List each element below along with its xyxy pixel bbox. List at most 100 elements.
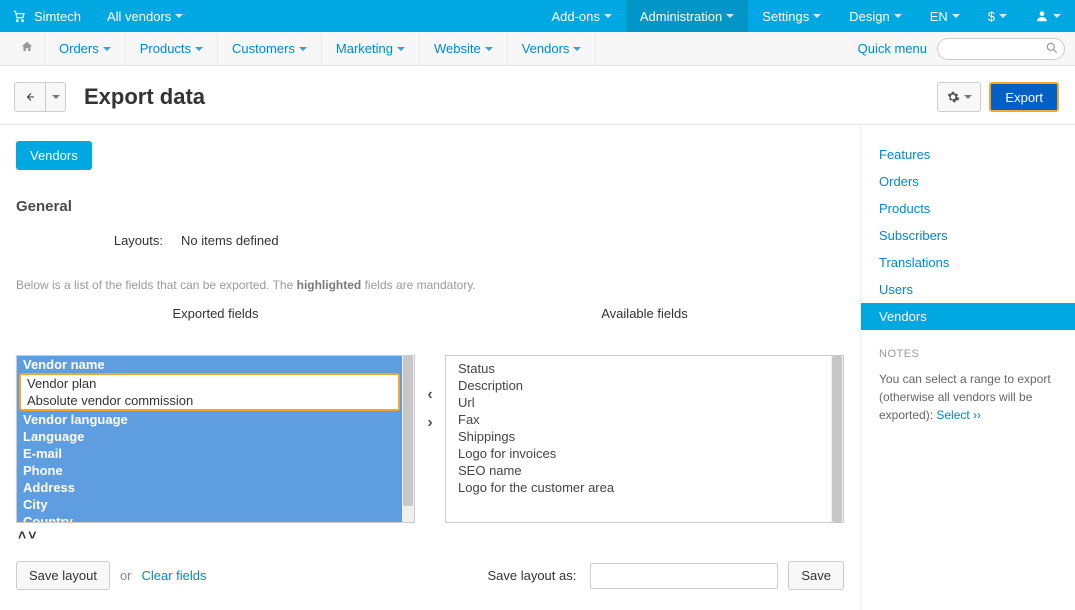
move-down-button[interactable]: ˅ [28,527,38,543]
language-label: EN [930,9,948,24]
chevron-down-icon [573,47,581,51]
user-icon [1035,9,1049,23]
cart-icon [12,9,26,23]
sidebar-item-users[interactable]: Users [861,276,1075,303]
move-right-button[interactable]: › [427,414,432,432]
field-option[interactable]: Fax [452,411,825,428]
field-option[interactable]: Logo for invoices [452,445,825,462]
export-button[interactable]: Export [989,82,1059,112]
chevron-down-icon [604,14,612,18]
field-option[interactable]: Vendor plan [21,375,398,392]
chevron-down-icon [52,95,60,99]
home-icon[interactable] [10,40,44,57]
nav-marketing[interactable]: Marketing [321,32,419,66]
nav-orders[interactable]: Orders [44,32,125,66]
back-button[interactable] [14,82,46,112]
nav-products[interactable]: Products [125,32,217,66]
scrollbar[interactable] [402,356,414,522]
sidebar-item-orders[interactable]: Orders [861,168,1075,195]
field-option[interactable]: Logo for the customer area [452,479,825,496]
nav-website[interactable]: Website [419,32,507,66]
search-icon[interactable] [1045,41,1059,58]
chevron-down-icon [485,47,493,51]
page-title: Export data [84,84,205,110]
sidebar-item-products[interactable]: Products [861,195,1075,222]
chevron-down-icon [299,47,307,51]
move-left-button[interactable]: ‹ [427,386,432,404]
chevron-down-icon [999,14,1007,18]
back-dropdown[interactable] [46,82,66,112]
exported-fields-list[interactable]: Vendor name Vendor planAbsolute vendor co… [16,355,415,523]
chevron-down-icon [175,14,183,18]
notes-text: You can select a range to export (otherw… [861,366,1075,428]
field-option[interactable]: Description [452,377,825,394]
currency-selector[interactable]: $ [974,0,1021,32]
field-option[interactable]: Absolute vendor commission [21,392,398,409]
gear-icon [946,90,960,104]
quick-menu-link[interactable]: Quick menu [858,41,927,56]
field-option[interactable]: Url [452,394,825,411]
chevron-down-icon [397,47,405,51]
field-option[interactable]: E-mail [17,445,402,462]
exported-fields-header: Exported fields [16,306,415,321]
sidebar-item-translations[interactable]: Translations [861,249,1075,276]
page-header: Export data Export [0,66,1075,124]
topmenu-add-ons[interactable]: Add-ons [537,0,625,32]
layouts-label: Layouts: [16,233,181,248]
hint-prefix: Below is a list of the fields that can b… [16,278,297,292]
scrollbar[interactable] [831,356,843,522]
topmenu-settings[interactable]: Settings [748,0,835,32]
field-option[interactable]: Status [452,360,825,377]
field-option[interactable]: SEO name [452,462,825,479]
vendor-selector[interactable]: All vendors [89,0,197,32]
field-option[interactable]: Vendor language [17,411,402,428]
settings-button[interactable] [937,82,981,112]
currency-label: $ [988,9,995,24]
brand-label[interactable]: Simtech [34,9,81,24]
hint-suffix: fields are mandatory. [361,278,476,292]
available-fields-header: Available fields [445,306,844,321]
chevron-down-icon [964,95,972,99]
save-layout-button[interactable]: Save layout [16,561,110,590]
nav-customers[interactable]: Customers [217,32,321,66]
field-option[interactable]: Shippings [452,428,825,445]
chevron-down-icon [894,14,902,18]
chevron-down-icon [195,47,203,51]
sidebar: FeaturesOrdersProductsSubscribersTransla… [860,125,1075,610]
field-option[interactable]: Vendor name [17,356,402,373]
field-option[interactable]: City [17,496,402,513]
layouts-value: No items defined [181,233,279,248]
clear-fields-link[interactable]: Clear fields [142,568,207,583]
tab-vendors[interactable]: Vendors [16,141,92,170]
sidebar-item-subscribers[interactable]: Subscribers [861,222,1075,249]
nav-vendors[interactable]: Vendors [507,32,597,66]
save-as-label: Save layout as: [487,568,576,583]
available-fields-list[interactable]: StatusDescriptionUrlFaxShippingsLogo for… [445,355,844,523]
hint-bold: highlighted [297,278,362,292]
chevron-down-icon [813,14,821,18]
subnav: Orders Products Customers Marketing Webs… [0,32,1075,66]
sidebar-item-features[interactable]: Features [861,141,1075,168]
sidebar-item-vendors[interactable]: Vendors [861,303,1075,330]
field-option[interactable]: Country [17,513,402,522]
field-option[interactable]: Address [17,479,402,496]
select-range-link[interactable]: Select ›› [936,408,981,422]
save-as-input[interactable] [590,563,778,589]
content: Vendors General Layouts: No items define… [0,125,860,610]
topmenu-design[interactable]: Design [835,0,915,32]
chevron-down-icon [103,47,111,51]
notes-header: NOTES [861,330,1075,366]
chevron-down-icon [1053,14,1061,18]
save-button[interactable]: Save [788,561,844,590]
section-title: General [16,198,844,215]
topmenu-administration[interactable]: Administration [626,0,748,32]
field-option[interactable]: Language [17,428,402,445]
language-selector[interactable]: EN [916,0,974,32]
user-menu[interactable] [1021,0,1075,32]
vendor-selector-label: All vendors [107,9,171,24]
chevron-down-icon [726,14,734,18]
move-up-button[interactable]: ˄ [18,527,28,543]
topbar: Simtech All vendors Add-ons Administrati… [0,0,1075,32]
chevron-down-icon [952,14,960,18]
field-option[interactable]: Phone [17,462,402,479]
